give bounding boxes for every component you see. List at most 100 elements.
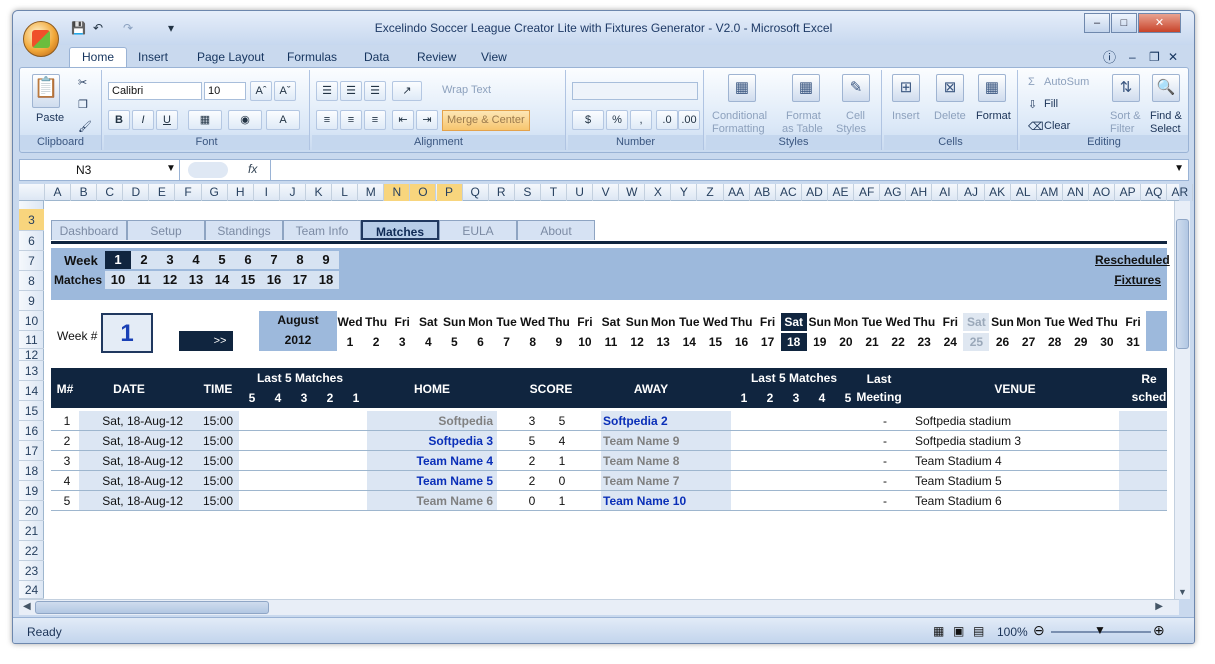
orientation-icon[interactable]: ↗ (392, 81, 422, 101)
align-top-icon[interactable]: ☰ (316, 81, 338, 101)
column-header[interactable]: O (410, 184, 437, 201)
formula-bar-slider-icon[interactable] (188, 162, 228, 178)
matches-week-cell[interactable]: 10 (105, 271, 131, 289)
row-header[interactable]: 11 (19, 331, 44, 349)
away-score[interactable]: 1 (555, 451, 569, 471)
column-header[interactable]: J (280, 184, 306, 201)
week-number-cell[interactable]: 3 (157, 251, 183, 269)
column-header[interactable]: F (176, 184, 202, 201)
home-score[interactable]: 0 (525, 491, 539, 511)
column-header[interactable]: W (619, 184, 646, 201)
column-header[interactable]: AH (906, 184, 933, 201)
sort-filter-icon[interactable]: ⇅ (1112, 74, 1140, 102)
sort-filter-button-2[interactable]: Filter (1110, 123, 1134, 135)
calendar-date[interactable]: 10 (572, 333, 598, 351)
column-header[interactable]: M (358, 184, 385, 201)
column-header[interactable]: H (228, 184, 254, 201)
row-header[interactable]: 17 (19, 441, 44, 461)
calendar-date[interactable]: 9 (546, 333, 572, 351)
column-header[interactable]: P (436, 184, 463, 201)
row-header[interactable]: 10 (19, 311, 44, 331)
name-box-dropdown-icon[interactable]: ▼ (166, 163, 176, 174)
scroll-right-icon[interactable]: ▶ (1155, 601, 1163, 612)
cell-styles-button[interactable]: Cell (846, 110, 865, 122)
away-score[interactable]: 0 (555, 471, 569, 491)
page-layout-view-icon[interactable]: ▣ (953, 624, 964, 638)
column-header[interactable]: C (97, 184, 124, 201)
venue[interactable]: Softpedia stadium 3 (915, 431, 1115, 451)
find-select-button-2[interactable]: Select (1150, 123, 1181, 135)
calendar-date[interactable]: 28 (1042, 333, 1068, 351)
fill-button[interactable]: Fill (1044, 98, 1058, 110)
away-team[interactable]: Softpedia 2 (603, 411, 729, 431)
column-header[interactable]: I (254, 184, 280, 201)
horizontal-scroll-thumb[interactable] (35, 601, 269, 614)
expand-formula-bar-icon[interactable]: ▼ (1174, 163, 1184, 174)
column-header[interactable]: AI (932, 184, 959, 201)
match-date[interactable]: Sat, 18-Aug-12 (79, 451, 183, 471)
matches-week-cell[interactable]: 15 (235, 271, 261, 289)
row-header[interactable]: 6 (19, 231, 44, 251)
column-header[interactable]: AM (1037, 184, 1063, 201)
column-header[interactable]: AP (1115, 184, 1142, 201)
match-date[interactable]: Sat, 18-Aug-12 (79, 431, 183, 451)
zoom-in-icon[interactable]: ⊕ (1153, 622, 1165, 639)
column-header[interactable]: X (645, 184, 672, 201)
tab-view[interactable]: View (481, 48, 507, 67)
column-header[interactable]: T (541, 184, 567, 201)
clear-button[interactable]: Clear (1044, 120, 1070, 132)
away-score[interactable]: 5 (555, 411, 569, 431)
column-header[interactable]: AL (1011, 184, 1037, 201)
week-number-cell[interactable]: 7 (261, 251, 287, 269)
redo-icon[interactable]: ↷ (123, 21, 133, 35)
venue[interactable]: Softpedia stadium (915, 411, 1115, 431)
column-header[interactable]: U (567, 184, 594, 201)
tab-insert[interactable]: Insert (138, 48, 168, 67)
calendar-date[interactable]: 30 (1094, 333, 1120, 351)
align-middle-icon[interactable]: ☰ (340, 81, 362, 101)
column-header[interactable]: E (149, 184, 176, 201)
column-header[interactable]: S (515, 184, 541, 201)
office-button[interactable] (23, 21, 59, 57)
matches-week-cell[interactable]: 11 (131, 271, 157, 289)
calendar-date[interactable]: 5 (441, 333, 467, 351)
calendar-date[interactable]: 2 (363, 333, 389, 351)
home-team[interactable]: Softpedia (367, 411, 493, 431)
select-all-corner[interactable] (19, 184, 45, 201)
column-header[interactable]: AO (1089, 184, 1116, 201)
decrease-indent-icon[interactable]: ⇤ (392, 110, 414, 130)
matches-week-cell[interactable]: 17 (287, 271, 313, 289)
match-time[interactable]: 15:00 (187, 471, 233, 491)
column-header[interactable]: AB (750, 184, 776, 201)
bold-button[interactable]: B (108, 110, 130, 130)
font-size-box[interactable]: 10 (204, 82, 246, 100)
calendar-date[interactable]: 21 (859, 333, 885, 351)
calendar-date[interactable]: 3 (389, 333, 415, 351)
away-team[interactable]: Team Name 10 (603, 491, 729, 511)
match-time[interactable]: 15:00 (187, 491, 233, 511)
week-number-cell[interactable]: 8 (287, 251, 313, 269)
calendar-date[interactable]: 25 (963, 333, 990, 351)
autosum-button[interactable]: AutoSum (1044, 76, 1089, 88)
zoom-level[interactable]: 100% (997, 625, 1028, 639)
column-header[interactable]: AF (854, 184, 881, 201)
column-header[interactable]: B (71, 184, 98, 201)
week-number-cell[interactable]: 6 (235, 251, 261, 269)
column-header[interactable]: Z (698, 184, 724, 201)
calendar-date[interactable]: 29 (1068, 333, 1094, 351)
zoom-out-icon[interactable]: ⊖ (1033, 622, 1045, 639)
home-score[interactable]: 2 (525, 451, 539, 471)
cell-styles-button-2[interactable]: Styles (836, 123, 866, 135)
horizontal-scrollbar[interactable]: ◀ ▶ (19, 599, 1179, 615)
calendar-date[interactable]: 26 (990, 333, 1016, 351)
font-name-box[interactable]: Calibri (108, 82, 202, 100)
calendar-date[interactable]: 31 (1120, 333, 1146, 351)
increase-decimal-icon[interactable]: .0 (656, 110, 678, 130)
merge-center-button[interactable]: Merge & Center (442, 110, 530, 131)
insert-function-icon[interactable]: fx (248, 162, 257, 176)
away-score[interactable]: 1 (555, 491, 569, 511)
calendar-date[interactable]: 17 (755, 333, 781, 351)
row-header[interactable]: 24 (19, 581, 44, 599)
calendar-date[interactable]: 4 (415, 333, 441, 351)
column-header[interactable]: Y (671, 184, 698, 201)
